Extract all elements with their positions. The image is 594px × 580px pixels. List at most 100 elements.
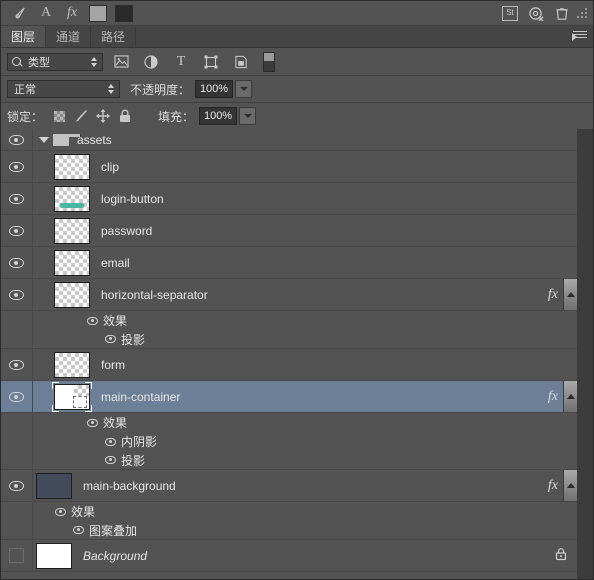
visibility-toggle-login-button[interactable]: [1, 183, 33, 214]
layer-row-form[interactable]: form: [1, 349, 577, 381]
fx-badge-icon[interactable]: fx: [548, 389, 558, 405]
quick-mask-icon[interactable]: [7, 2, 33, 24]
filter-shape-icon[interactable]: [199, 51, 223, 73]
filter-enable-toggle[interactable]: [263, 51, 275, 72]
opacity-label: 不透明度：: [130, 82, 191, 97]
effect-name: 图案叠加: [89, 523, 138, 538]
layer-row-login-button[interactable]: login-button: [1, 183, 577, 215]
effect-row-inner-shadow[interactable]: 内阴影: [1, 432, 577, 451]
filter-adjustment-icon[interactable]: [139, 51, 163, 73]
effects-row-main-container[interactable]: 效果: [1, 413, 577, 432]
opacity-slider-arrow-icon[interactable]: [235, 80, 253, 98]
effect-name: 内阴影: [121, 435, 158, 449]
fill-input[interactable]: 100%: [199, 107, 238, 125]
effect-name: 投影: [121, 332, 146, 347]
fill-slider-arrow-icon[interactable]: [239, 107, 257, 125]
visibility-toggle-horizontal-separator[interactable]: [1, 279, 33, 310]
lock-all-icon[interactable]: [114, 106, 136, 126]
foreground-color-swatch[interactable]: [85, 2, 111, 24]
background-color-swatch[interactable]: [111, 2, 137, 24]
layer-row-clip[interactable]: clip: [1, 151, 577, 183]
chevron-down-icon[interactable]: [39, 136, 49, 143]
blend-mode-dropdown[interactable]: 正常: [7, 80, 120, 98]
visibility-toggle-main-container[interactable]: [1, 381, 33, 412]
layer-thumbnail-background: [33, 542, 75, 569]
layer-thumbnail-clip: [51, 153, 93, 180]
panel-top-toolbar: A fx St: [1, 1, 593, 26]
eye-icon: [9, 391, 24, 402]
panel-menu-icon[interactable]: [572, 31, 587, 42]
lock-image-pixels-icon[interactable]: [70, 106, 92, 126]
eye-icon[interactable]: [87, 418, 98, 427]
effects-row-main-background[interactable]: 效果: [1, 502, 577, 521]
collapse-effects-button[interactable]: [563, 279, 577, 310]
layer-row-main-background[interactable]: main-background fx: [1, 470, 577, 502]
st-label: St: [502, 5, 518, 21]
effect-name: 投影: [121, 453, 146, 468]
filter-type-icon[interactable]: T: [169, 51, 193, 73]
layer-thumbnail-horizontal-separator: [51, 281, 93, 308]
layer-name-assets: assets: [77, 132, 112, 147]
layer-name-form: form: [101, 357, 125, 372]
layer-thumbnail-form: [51, 351, 93, 378]
eye-icon[interactable]: [55, 507, 66, 516]
layer-row-background[interactable]: Background: [1, 540, 577, 572]
lock-position-icon[interactable]: [92, 106, 114, 126]
opacity-value: 100%: [199, 83, 229, 95]
layer-row-password[interactable]: password: [1, 215, 577, 247]
opacity-input[interactable]: 100%: [195, 80, 234, 98]
delete-icon[interactable]: [549, 2, 575, 24]
effect-row-drop-shadow-main-container[interactable]: 投影: [1, 451, 577, 470]
panel-resize-grip[interactable]: [575, 6, 589, 20]
layer-row-email[interactable]: email: [1, 247, 577, 279]
eye-icon[interactable]: [105, 437, 116, 446]
layer-row-right-controls: [555, 540, 577, 571]
visibility-toggle-email[interactable]: [1, 247, 33, 278]
fill-label: 填充：: [158, 109, 195, 124]
blend-mode-row: 正常 不透明度： 100%: [1, 76, 593, 103]
lock-transparent-pixels-icon[interactable]: [48, 106, 70, 126]
layer-row-assets[interactable]: assets: [1, 129, 577, 151]
layer-name-horizontal-separator: horizontal-separator: [101, 287, 208, 302]
tab-channels[interactable]: 通道: [46, 26, 92, 47]
3d-st-icon[interactable]: St: [497, 2, 523, 24]
layers-list: assets clip login-button password email …: [1, 129, 593, 579]
effect-row-drop-shadow-separator[interactable]: 投影: [1, 330, 577, 349]
collapse-effects-button[interactable]: [563, 381, 577, 412]
collapse-effects-button[interactable]: [563, 470, 577, 501]
eye-off-icon: [9, 548, 24, 563]
layer-name-main-background: main-background: [83, 478, 176, 493]
tab-paths[interactable]: 路径: [91, 26, 137, 47]
tab-layers[interactable]: 图层: [1, 26, 47, 47]
eye-icon: [9, 161, 24, 172]
fx-icon[interactable]: fx: [59, 2, 85, 24]
filter-pixel-icon[interactable]: [109, 51, 133, 73]
effect-row-pattern-overlay[interactable]: 图案叠加: [1, 521, 577, 540]
fx-badge-icon[interactable]: fx: [548, 287, 558, 303]
visibility-toggle-background[interactable]: [1, 540, 33, 571]
layer-row-horizontal-separator[interactable]: horizontal-separator fx: [1, 279, 577, 311]
tab-bar-filler: [136, 26, 593, 47]
eye-icon[interactable]: [105, 456, 116, 464]
visibility-toggle-main-background[interactable]: [1, 470, 33, 501]
eye-icon[interactable]: [73, 526, 84, 534]
visibility-toggle-assets[interactable]: [1, 129, 33, 150]
layers-panel: A fx St 图层 通道 路径 类型 T 正常 不透明度： 100% 锁定： …: [0, 0, 594, 580]
visibility-toggle-password[interactable]: [1, 215, 33, 246]
panel-tab-bar: 图层 通道 路径: [1, 26, 593, 48]
layer-row-main-container[interactable]: main-container fx: [1, 381, 577, 413]
text-tool-icon[interactable]: A: [33, 2, 59, 24]
effects-row-horizontal-separator[interactable]: 效果: [1, 311, 577, 330]
visibility-toggle-form[interactable]: [1, 349, 33, 380]
fx-badge-icon[interactable]: fx: [548, 478, 558, 494]
effects-label: 效果: [103, 416, 128, 430]
layer-filter-bar: 类型 T: [1, 48, 593, 76]
eye-icon[interactable]: [87, 316, 98, 325]
disable-effects-icon[interactable]: [523, 2, 549, 24]
visibility-toggle-clip[interactable]: [1, 151, 33, 182]
eye-icon[interactable]: [105, 335, 116, 343]
layers-scrollbar[interactable]: [576, 129, 593, 579]
filter-kind-dropdown[interactable]: 类型: [7, 52, 103, 71]
layer-thumbnail-password: [51, 217, 93, 244]
filter-smartobject-icon[interactable]: [229, 51, 253, 73]
